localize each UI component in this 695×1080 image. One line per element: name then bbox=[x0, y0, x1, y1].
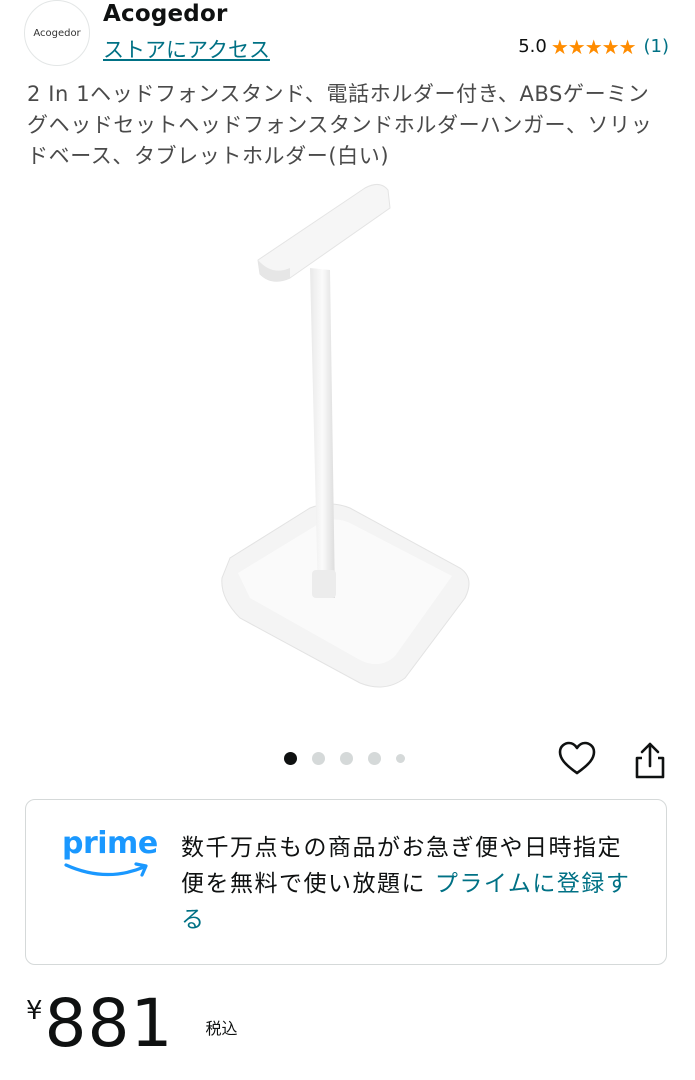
price-amount: 881 bbox=[44, 985, 174, 1062]
visit-store-link[interactable]: ストアにアクセス bbox=[103, 34, 270, 64]
prime-promo-box[interactable]: prime 数千万点もの商品がお急ぎ便や日時指定便を無料で使い放題に プライムに… bbox=[25, 799, 667, 965]
price: ¥ 881 税込 bbox=[26, 990, 238, 1058]
product-title: 2 In 1ヘッドフォンスタンド、電話ホルダー付き、ABSゲーミングヘッドセット… bbox=[27, 82, 653, 168]
prime-logo-text: prime bbox=[62, 826, 158, 861]
rating-summary[interactable]: 5.0 ★★★★★ (1) bbox=[518, 36, 669, 57]
image-carousel-dots[interactable] bbox=[284, 752, 420, 765]
star-rating-icon: ★★★★★ bbox=[550, 34, 637, 59]
carousel-dot[interactable] bbox=[340, 752, 353, 765]
rating-score: 5.0 bbox=[518, 36, 547, 57]
price-currency: ¥ bbox=[26, 996, 43, 1026]
heart-icon[interactable] bbox=[558, 740, 596, 778]
rating-count[interactable]: (1) bbox=[644, 36, 670, 57]
headphone-stand-image[interactable] bbox=[210, 178, 490, 698]
prime-message: 数千万点もの商品がお急ぎ便や日時指定便を無料で使い放題に プライムに登録する bbox=[181, 830, 641, 938]
tax-label: 税込 bbox=[205, 1019, 238, 1038]
carousel-dot[interactable] bbox=[396, 754, 405, 763]
carousel-dot[interactable] bbox=[284, 752, 297, 765]
store-logo[interactable]: Acogedor bbox=[24, 0, 90, 66]
store-logo-text: Acogedor bbox=[33, 27, 81, 39]
share-icon[interactable] bbox=[632, 740, 668, 780]
carousel-dot[interactable] bbox=[312, 752, 325, 765]
prime-smile-icon bbox=[64, 862, 148, 877]
store-name[interactable]: Acogedor bbox=[103, 1, 228, 27]
carousel-dot[interactable] bbox=[368, 752, 381, 765]
prime-logo: prime bbox=[62, 826, 162, 888]
